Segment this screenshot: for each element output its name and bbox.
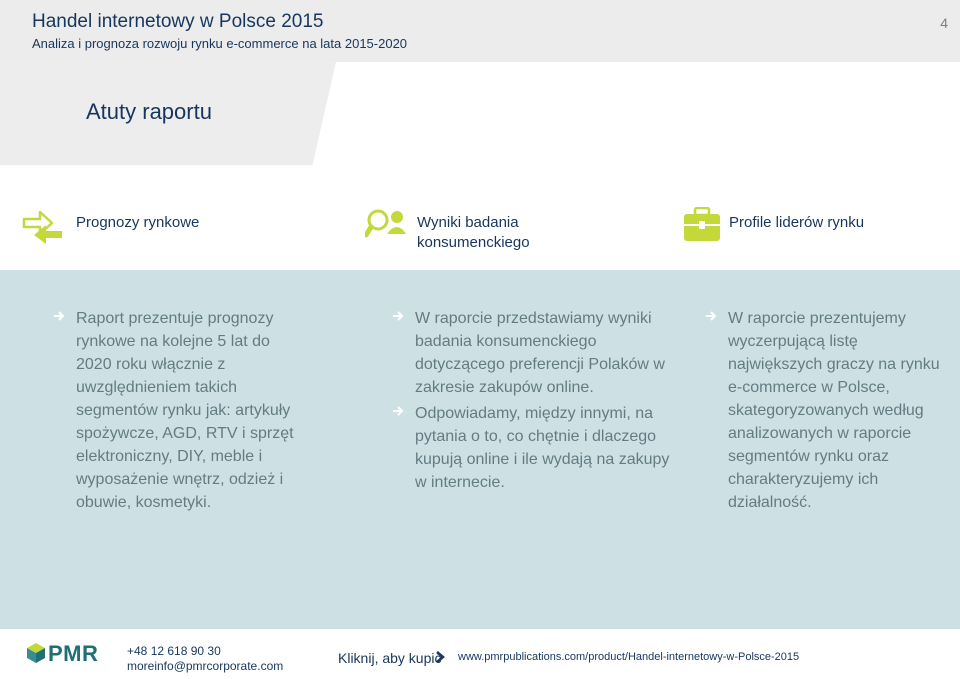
bullet-item: Odpowiadamy, między innymi, na pytania o…: [393, 402, 683, 494]
bullet-text: W raporcie przedstawiamy wyniki badania …: [415, 310, 665, 396]
magnifier-person-icon: [365, 209, 406, 238]
arrow-right-icon: [393, 311, 404, 321]
page-number: 4: [940, 15, 948, 31]
pmr-logo-text: PMR: [48, 641, 99, 666]
arrow-right-icon: [706, 311, 717, 321]
column-forecasts: Raport prezentuje prognozy rynkowe na ko…: [54, 307, 304, 514]
arrow-right-icon: [393, 406, 404, 416]
arrows-exchange-icon: [22, 210, 62, 244]
briefcase-icon: [684, 207, 720, 241]
bullet-item: Raport prezentuje prognozy rynkowe na ko…: [54, 307, 304, 514]
feature-market-forecasts: Prognozy rynkowe: [76, 214, 200, 231]
buy-link[interactable]: Kliknij, aby kupić: [338, 650, 442, 666]
arrow-right-icon: [54, 311, 65, 321]
feature-market-leaders: Profile liderów rynku: [729, 214, 865, 231]
product-url-link[interactable]: www.pmrpublications.com/product/Handel-i…: [458, 651, 799, 663]
column-market-leaders: W raporcie prezentujemy wyczerpującą lis…: [706, 307, 946, 514]
document-subtitle: Analiza i prognoza rozwoju rynku e-comme…: [32, 36, 408, 51]
contact-phone: +48 12 618 90 30: [127, 644, 221, 658]
bullet-text: Raport prezentuje prognozy rynkowe na ko…: [76, 310, 294, 511]
bullet-text: Odpowiadamy, między innymi, na pytania o…: [415, 405, 670, 491]
feature-consumer-research: Wyniki badania konsumenckiego: [417, 214, 530, 251]
contact-email[interactable]: moreinfo@pmrcorporate.com: [127, 659, 283, 673]
bullet-item: W raporcie przedstawiamy wyniki badania …: [393, 307, 683, 399]
chevron-right-icon[interactable]: [434, 651, 446, 663]
document-title: Handel internetowy w Polsce 2015: [32, 11, 324, 32]
bullet-text: W raporcie prezentujemy wyczerpującą lis…: [728, 310, 940, 511]
bullet-item: W raporcie prezentujemy wyczerpującą lis…: [706, 307, 946, 514]
column-consumer-research: W raporcie przedstawiamy wyniki badania …: [393, 307, 683, 494]
section-title: Atuty raportu: [86, 99, 212, 124]
pmr-logo-icon: [27, 643, 45, 663]
